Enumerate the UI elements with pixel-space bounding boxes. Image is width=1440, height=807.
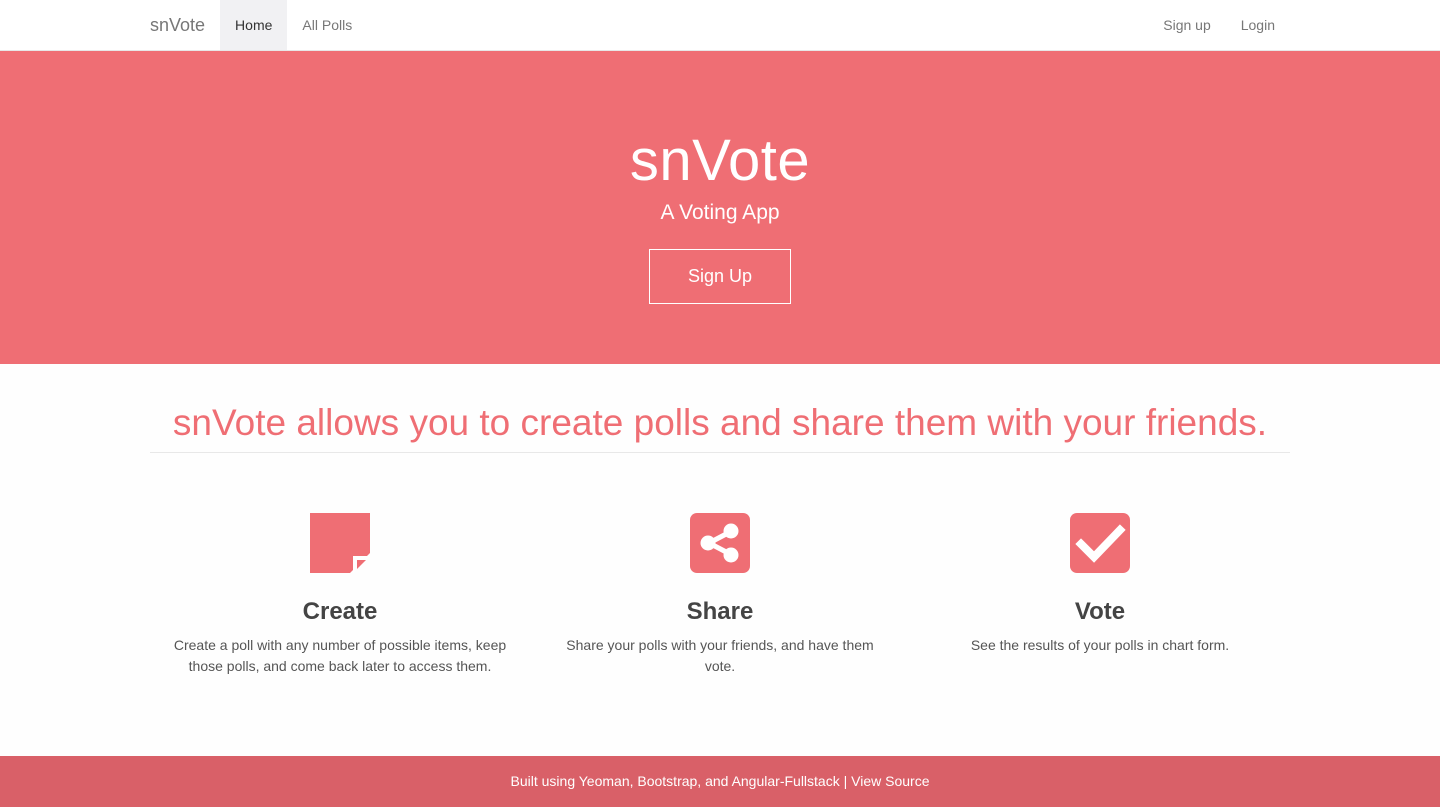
nav-right-menu: Sign up Login: [1148, 0, 1290, 50]
nav-item-sign-up[interactable]: Sign up: [1148, 0, 1225, 50]
navbar: snVote Home All Polls Sign up Login: [0, 0, 1440, 51]
feature-title-create: Create: [302, 598, 378, 625]
share-icon: [690, 513, 750, 573]
tagline-section: snVote allows you to create polls and sh…: [150, 364, 1290, 453]
nav-left-menu: Home All Polls: [220, 0, 367, 50]
hero-signup-button[interactable]: Sign Up: [649, 249, 791, 304]
nav-item-login[interactable]: Login: [1226, 0, 1290, 50]
nav-item-all-polls[interactable]: All Polls: [287, 0, 367, 50]
check-square-icon: [1070, 513, 1130, 573]
tagline: snVote allows you to create polls and sh…: [172, 402, 1268, 443]
hero-title: snVote: [629, 128, 811, 193]
feature-create: Create Create a poll with any number of …: [150, 453, 530, 753]
feature-title-vote: Vote: [1074, 598, 1126, 625]
features-row: Create Create a poll with any number of …: [150, 453, 1290, 753]
feature-title-share: Share: [686, 598, 754, 625]
feature-desc-share: Share your polls with your friends, and …: [566, 637, 874, 674]
navbar-container: snVote Home All Polls Sign up Login: [135, 0, 1305, 50]
feature-desc-vote: See the results of your polls in chart f…: [970, 637, 1230, 653]
nav-item-home[interactable]: Home: [220, 0, 288, 50]
feature-vote: Vote See the results of your polls in ch…: [910, 453, 1290, 753]
brand-link[interactable]: snVote: [150, 0, 220, 50]
feature-desc-create: Create a poll with any number of possibl…: [173, 637, 507, 674]
footer-separator: |: [839, 773, 852, 789]
hero-subtitle: A Voting App: [660, 201, 780, 224]
feature-share: Share Share your polls with your friends…: [530, 453, 910, 753]
footer: Built using Yeoman, Bootstrap, and Angul…: [0, 756, 1440, 807]
hero-banner: snVote A Voting App Sign Up: [0, 51, 1440, 364]
footer-text: Built using Yeoman, Bootstrap, and Angul…: [510, 773, 840, 789]
view-source-link[interactable]: View Source: [851, 773, 929, 789]
sticky-note-icon: [310, 513, 370, 573]
